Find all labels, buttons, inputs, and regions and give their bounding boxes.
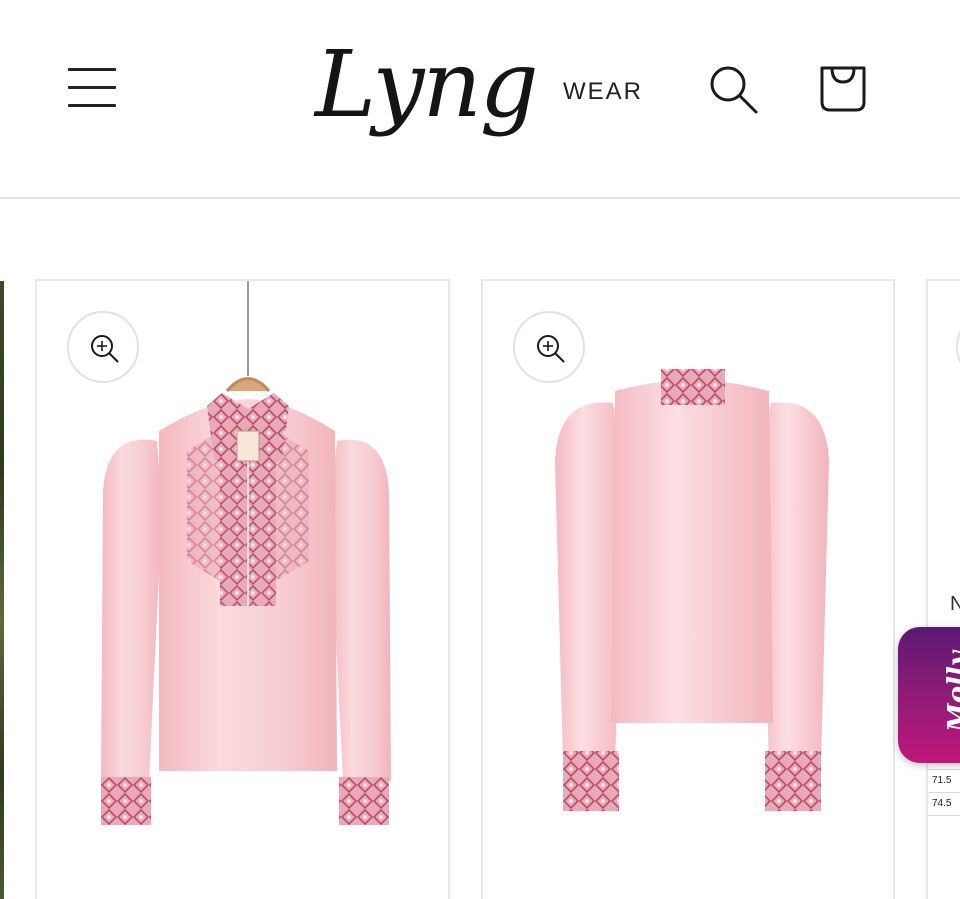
size-chart-cell: 71.5	[928, 769, 960, 792]
brand-logo[interactable]: Lyng WEAR	[315, 20, 655, 150]
search-icon[interactable]	[706, 62, 762, 118]
product-image-slide-front[interactable]	[35, 279, 450, 899]
size-chart-cell: 74.5	[928, 792, 960, 816]
product-image-slide-size-chart[interactable]: N 71.5 74.5	[926, 279, 960, 899]
hamburger-menu-icon[interactable]	[68, 64, 118, 110]
previous-slide-edge[interactable]	[0, 281, 4, 899]
molly-chat-widget-button[interactable]: Molly	[898, 627, 960, 763]
logo-wordmark: Lyng	[315, 31, 539, 138]
shopping-bag-icon[interactable]	[814, 60, 872, 116]
product-image-slide-back[interactable]	[481, 279, 895, 899]
product-image-gallery[interactable]: N 71.5 74.5	[0, 199, 960, 899]
zoom-in-icon[interactable]	[67, 311, 139, 383]
zoom-in-icon[interactable]	[513, 311, 585, 383]
size-chart-header-fragment: N	[950, 593, 960, 615]
size-chart-table-fragment: 71.5 74.5	[928, 769, 960, 816]
molly-label: Molly	[943, 651, 960, 732]
zoom-in-icon[interactable]	[956, 311, 960, 383]
logo-subtitle: WEAR	[563, 78, 643, 105]
site-header: Lyng WEAR	[0, 0, 960, 199]
